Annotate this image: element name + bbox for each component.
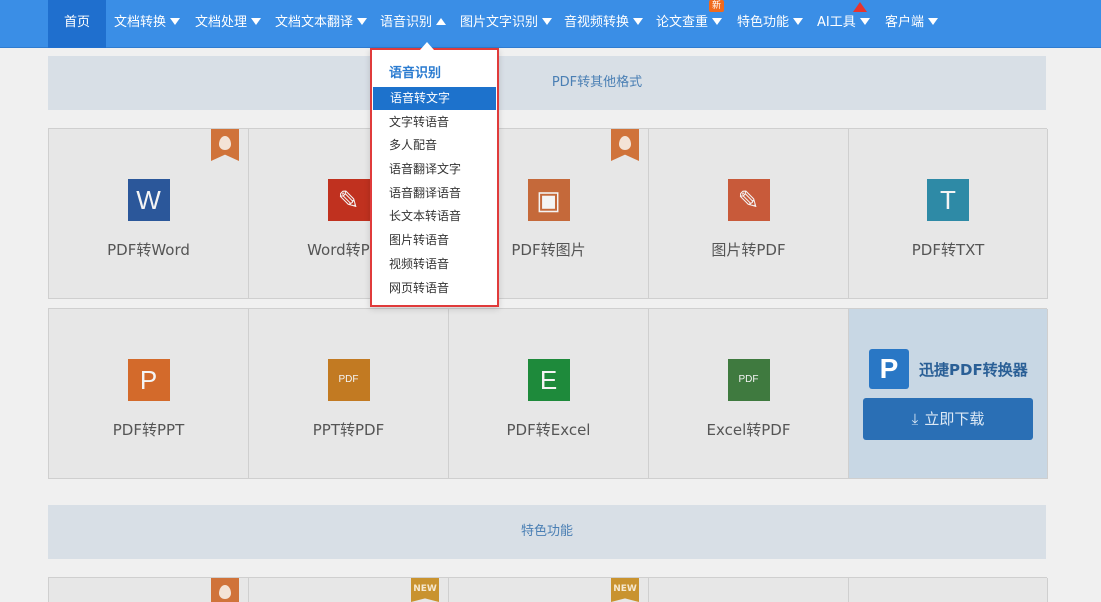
hot-arrow-icon bbox=[853, 2, 867, 12]
new-badge: 新 bbox=[709, 0, 725, 12]
tool-grid-row-3: NEW NEW bbox=[48, 577, 1048, 602]
image-icon: ▣ bbox=[527, 179, 570, 221]
nav-doc-process[interactable]: 文档处理 bbox=[195, 0, 262, 48]
dropdown-item-speech-translate-speech[interactable]: 语音翻译语音 bbox=[372, 182, 497, 205]
ppt-icon: P bbox=[127, 359, 170, 401]
speech-recognition-dropdown: 语音识别 语音转文字 文字转语音 多人配音 语音翻译文字 语音翻译语音 长文本转… bbox=[370, 42, 499, 307]
dropdown-item-text-to-speech[interactable]: 文字转语音 bbox=[372, 111, 497, 134]
nav-av-convert[interactable]: 音视频转换 bbox=[564, 0, 644, 48]
dropdown-item-image-to-speech[interactable]: 图片转语音 bbox=[372, 229, 497, 252]
pdf-icon: ✎ bbox=[727, 179, 770, 221]
tool-pdf-to-excel[interactable]: E PDF转Excel bbox=[449, 309, 649, 479]
promo-title: 迅捷PDF转换器 bbox=[919, 361, 1028, 379]
tool-card[interactable]: NEW bbox=[249, 578, 449, 602]
download-button[interactable]: ⤓ 立即下载 bbox=[863, 398, 1033, 440]
dropdown-item-webpage-to-speech[interactable]: 网页转语音 bbox=[372, 277, 497, 300]
dropdown-item-video-to-speech[interactable]: 视频转语音 bbox=[372, 253, 497, 276]
word-icon: W bbox=[127, 179, 170, 221]
new-tag: NEW bbox=[411, 578, 439, 602]
pdf-icon: ✎ bbox=[327, 179, 370, 221]
nav-speech-recognition[interactable]: 语音识别 bbox=[380, 0, 447, 48]
tool-grid-row-1: W PDF转Word ✎ Word转PDF ▣ PDF转图片 ✎ 图片转PDF … bbox=[48, 128, 1048, 299]
tool-grid-row-2: P PDF转PPT PDF PPT转PDF E PDF转Excel PDF Ex… bbox=[48, 308, 1048, 479]
dropdown-item-speech-to-text[interactable]: 语音转文字 bbox=[373, 87, 496, 110]
nav-featured[interactable]: 特色功能 bbox=[737, 0, 804, 48]
tool-ppt-to-pdf[interactable]: PDF PPT转PDF bbox=[249, 309, 449, 479]
section-header-pdf-convert: PDF转其他格式 bbox=[48, 56, 1046, 110]
section-header-featured: 特色功能 bbox=[48, 505, 1046, 559]
dropdown-item-long-text-to-speech[interactable]: 长文本转语音 bbox=[372, 205, 497, 228]
top-nav: 首页 文档转换 文档处理 文档文本翻译 语音识别 图片文字识别 音视频转换 论文… bbox=[0, 0, 1101, 48]
chevron-down-icon bbox=[251, 18, 262, 25]
nav-image-ocr[interactable]: 图片文字识别 bbox=[460, 0, 553, 48]
new-tag: NEW bbox=[611, 578, 639, 602]
chevron-down-icon bbox=[859, 18, 870, 25]
promo-card: P 迅捷PDF转换器 ⤓ 立即下载 bbox=[849, 309, 1048, 479]
hot-ribbon bbox=[211, 578, 239, 602]
chevron-down-icon bbox=[542, 18, 553, 25]
tool-card[interactable] bbox=[649, 578, 849, 602]
hot-ribbon bbox=[211, 129, 239, 161]
tool-card[interactable] bbox=[849, 578, 1048, 602]
tool-pdf-to-ppt[interactable]: P PDF转PPT bbox=[49, 309, 249, 479]
dropdown-item-speech-translate-text[interactable]: 语音翻译文字 bbox=[372, 158, 497, 181]
tool-pdf-to-txt[interactable]: T PDF转TXT bbox=[849, 129, 1048, 299]
nav-doc-convert[interactable]: 文档转换 bbox=[114, 0, 181, 48]
tool-image-to-pdf[interactable]: ✎ 图片转PDF bbox=[649, 129, 849, 299]
tool-excel-to-pdf[interactable]: PDF Excel转PDF bbox=[649, 309, 849, 479]
app-logo-icon: P bbox=[869, 349, 909, 389]
tool-pdf-to-word[interactable]: W PDF转Word bbox=[49, 129, 249, 299]
nav-client[interactable]: 客户端 bbox=[885, 0, 939, 48]
chevron-down-icon bbox=[633, 18, 644, 25]
flame-icon bbox=[219, 585, 231, 599]
flame-icon bbox=[619, 136, 631, 150]
tool-card[interactable]: NEW bbox=[449, 578, 649, 602]
nav-home[interactable]: 首页 bbox=[48, 0, 106, 48]
excel-icon: E bbox=[527, 359, 570, 401]
chevron-down-icon bbox=[170, 18, 181, 25]
chevron-down-icon bbox=[357, 18, 368, 25]
dropdown-item-multi-voice[interactable]: 多人配音 bbox=[372, 134, 497, 157]
chevron-down-icon bbox=[712, 18, 723, 25]
dropdown-title: 语音识别 bbox=[389, 66, 442, 81]
chevron-up-icon bbox=[436, 18, 447, 25]
flame-icon bbox=[219, 136, 231, 150]
ppt-pdf-icon: PDF bbox=[327, 359, 370, 401]
hot-ribbon bbox=[611, 129, 639, 161]
txt-icon: T bbox=[927, 179, 969, 221]
nav-doc-translate[interactable]: 文档文本翻译 bbox=[275, 0, 368, 48]
excel-pdf-icon: PDF bbox=[727, 359, 770, 401]
chevron-down-icon bbox=[928, 18, 939, 25]
tool-card[interactable] bbox=[49, 578, 249, 602]
chevron-down-icon bbox=[793, 18, 804, 25]
download-icon: ⤓ bbox=[911, 410, 919, 428]
dropdown-pointer bbox=[420, 42, 434, 50]
